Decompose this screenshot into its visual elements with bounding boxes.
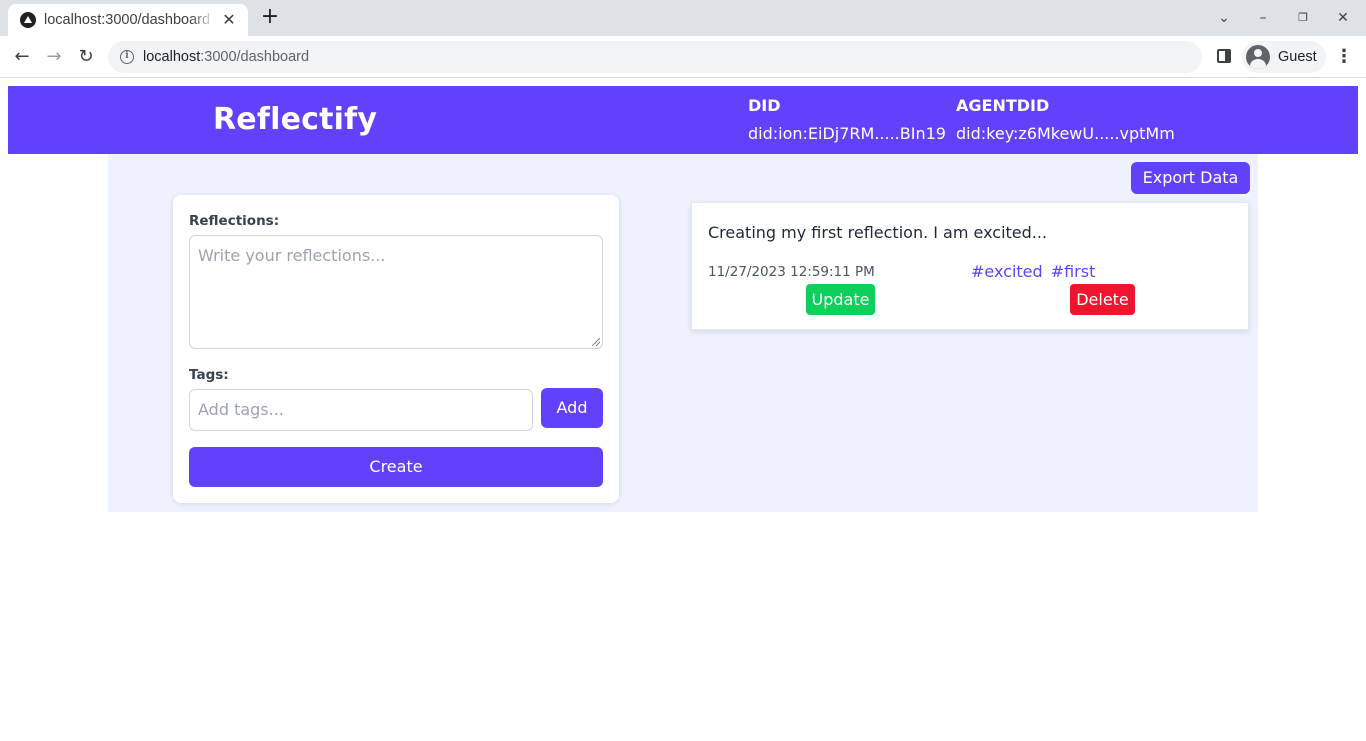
update-button[interactable]: Update [806,284,875,315]
favicon-icon [20,12,36,28]
minimize-icon[interactable]: – [1251,6,1275,30]
url-text: localhost:3000/dashboard [143,49,309,65]
url-path: :3000/dashboard [200,49,310,65]
create-button[interactable]: Create [189,447,603,487]
back-icon[interactable]: ← [9,44,35,70]
agentdid-value: did:key:z6MkewU.....vptMm [956,124,1175,143]
resize-handle-icon[interactable] [592,338,600,346]
tags-placeholder: Add tags... [198,400,284,419]
profile-name: Guest [1278,49,1317,65]
reflection-tags: #excited #first [971,262,1103,281]
did-block: DID did:ion:EiDj7RM.....BIn19 [748,96,946,143]
kebab-menu-icon[interactable]: ⋮ [1334,45,1354,69]
did-label: DID [748,96,781,115]
tag-link[interactable]: #first [1051,262,1096,281]
delete-button[interactable]: Delete [1070,284,1135,315]
profile-button[interactable]: Guest [1242,41,1326,73]
browser-toolbar: ← → ↻ i localhost:3000/dashboard Guest ⋮ [0,36,1366,78]
tag-link[interactable]: #excited [971,262,1043,281]
restore-icon[interactable]: ❐ [1291,6,1315,30]
reflection-card: Creating my first reflection. I am excit… [691,202,1249,330]
side-panel-icon[interactable] [1217,49,1231,63]
brand-title: Reflectify [213,102,378,137]
reflections-textarea[interactable]: Write your reflections... [189,235,603,349]
browser-tabstrip: localhost:3000/dashboard ✕ + ⌄ – ❐ ✕ [0,0,1366,36]
new-tab-button[interactable]: + [258,6,282,30]
export-data-button[interactable]: Export Data [1131,162,1250,194]
reload-icon[interactable]: ↻ [73,44,99,70]
reflection-text: Creating my first reflection. I am excit… [708,223,1048,242]
agentdid-block: AGENTDID did:key:z6MkewU.....vptMm [956,96,1175,143]
url-host: localhost [143,49,201,65]
app-header: Reflectify DID did:ion:EiDj7RM.....BIn19… [8,86,1358,154]
reflections-placeholder: Write your reflections... [198,246,386,265]
did-value: did:ion:EiDj7RM.....BIn19 [748,124,946,143]
close-icon[interactable]: ✕ [220,11,238,29]
chevron-down-icon[interactable]: ⌄ [1212,6,1236,30]
reflection-form-card: Reflections: Write your reflections... T… [173,195,619,503]
avatar-icon [1246,45,1270,69]
address-bar[interactable]: i localhost:3000/dashboard [108,41,1202,73]
window-close-icon[interactable]: ✕ [1331,6,1355,30]
add-tag-button[interactable]: Add [541,388,603,428]
agentdid-label: AGENTDID [956,96,1050,115]
tab-title: localhost:3000/dashboard [44,12,211,28]
tags-input[interactable]: Add tags... [189,389,533,431]
reflection-timestamp: 11/27/2023 12:59:11 PM [708,264,875,280]
forward-icon[interactable]: → [41,44,67,70]
reflections-label: Reflections: [189,213,280,229]
browser-tab[interactable]: localhost:3000/dashboard ✕ [8,4,248,36]
tags-label: Tags: [189,367,229,383]
info-icon[interactable]: i [120,50,134,64]
